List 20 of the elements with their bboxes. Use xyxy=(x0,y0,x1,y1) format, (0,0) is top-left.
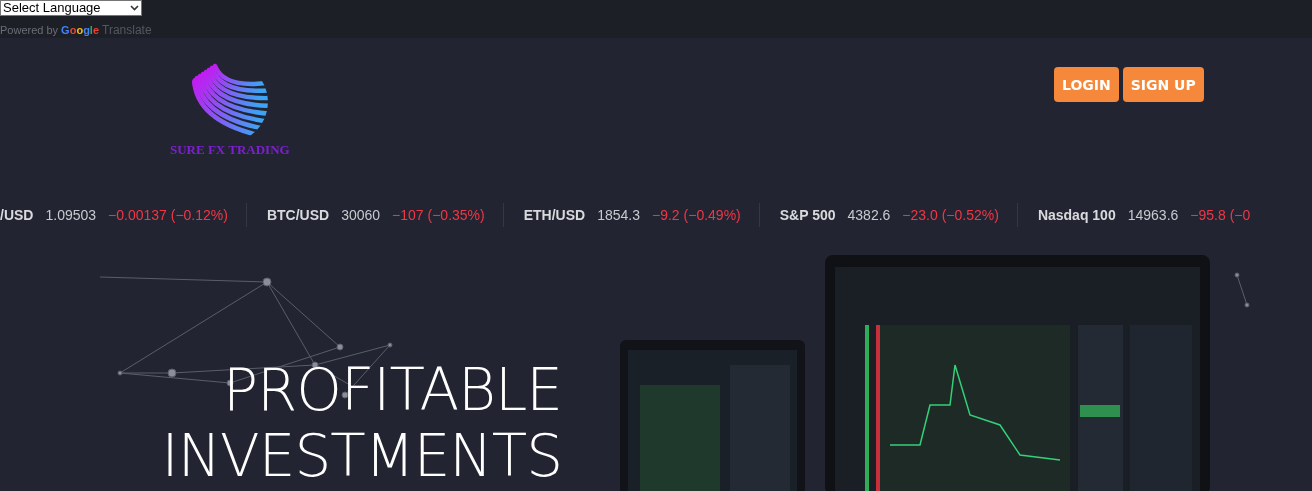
ticker-symbol[interactable]: ETH/USD xyxy=(523,207,586,223)
ticker-symbol[interactable]: Nasdaq 100 xyxy=(1037,207,1116,223)
ticker-price: 1.09503 xyxy=(45,207,97,223)
powered-by-text: Powered by xyxy=(0,24,59,36)
ticker-price: 30060 xyxy=(341,207,381,223)
ticker-change: −23.0 (−0.52%) xyxy=(902,207,999,223)
ticker-price: 4382.6 xyxy=(847,207,891,223)
ticker-price: 14963.6 xyxy=(1127,207,1179,223)
ticker-symbol[interactable]: BTC/USD xyxy=(266,207,330,223)
google-logo[interactable]: Google xyxy=(61,24,100,36)
ticker-change: −9.2 (−0.49%) xyxy=(652,207,741,223)
ticker-symbol[interactable]: S&P 500 xyxy=(779,207,836,223)
ticker-symbol[interactable]: /USD xyxy=(0,207,34,223)
ticker-change: −0.00137 (−0.12%) xyxy=(108,207,228,223)
ticker-change: −107 (−0.35%) xyxy=(392,207,485,223)
language-select[interactable]: Select Language xyxy=(0,0,142,16)
ticker-change: −95.8 (−0 xyxy=(1190,207,1251,223)
logo-text: SURE FX TRADING xyxy=(170,142,290,158)
ticker-price: 1854.3 xyxy=(597,207,640,223)
hero-heading: PROFITABLE INVESTMENTS xyxy=(161,357,562,489)
